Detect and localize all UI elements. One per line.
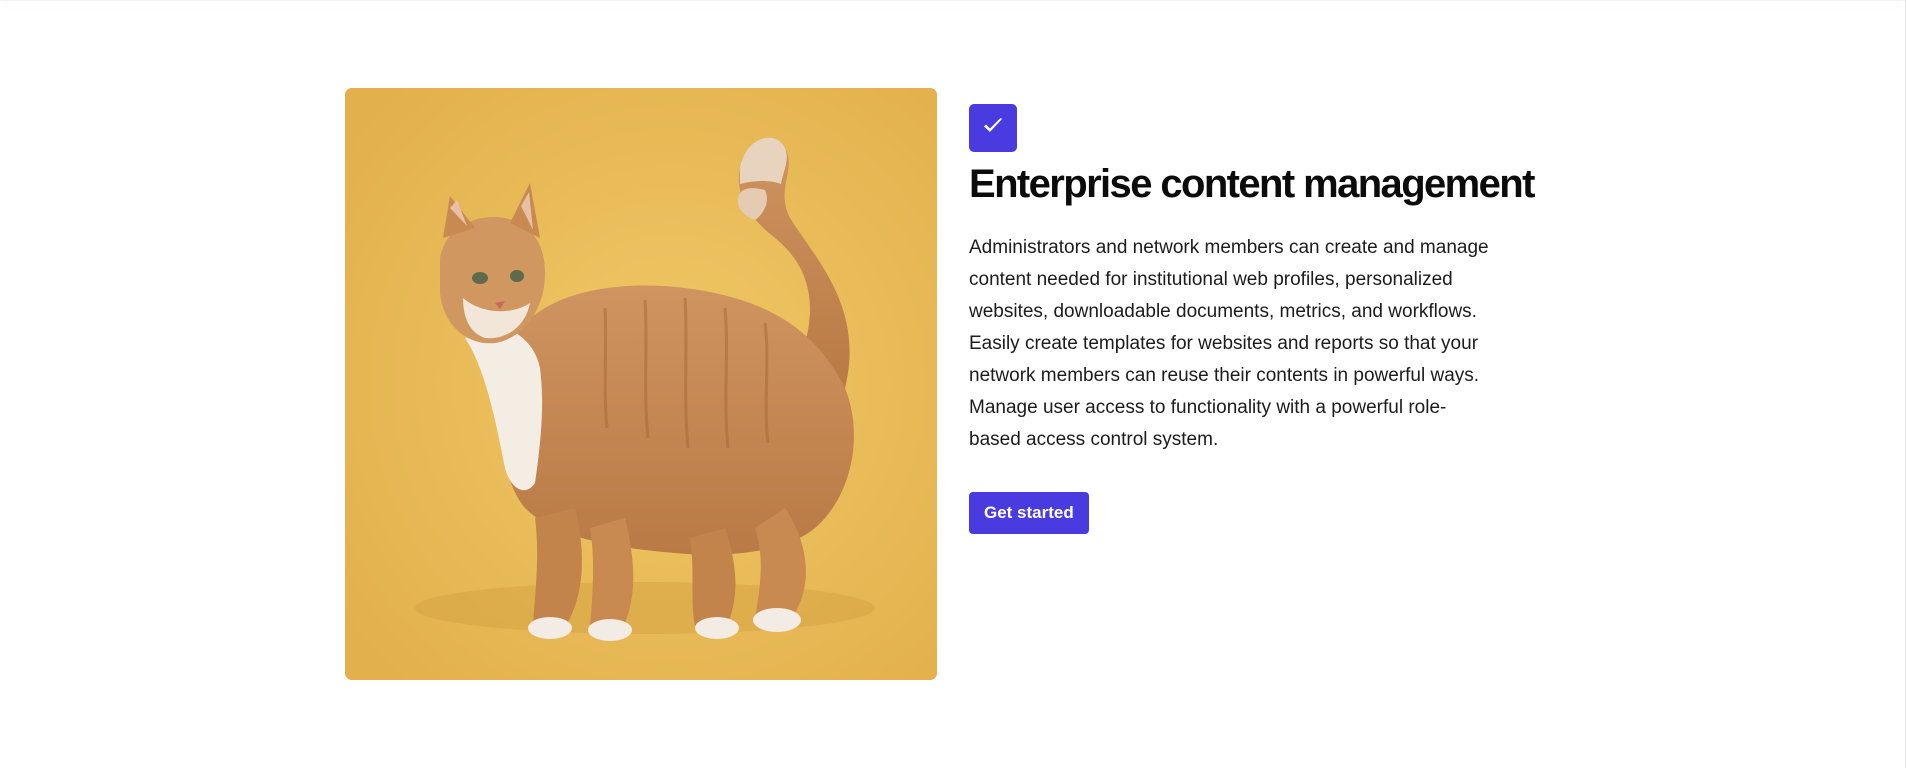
feature-badge	[969, 104, 1017, 152]
description-paragraph: Easily create templates for websites and…	[969, 333, 1480, 450]
feature-content: Enterprise content management Administra…	[969, 104, 1535, 534]
feature-description: Administrators and network members can c…	[969, 232, 1489, 456]
feature-section: Enterprise content management Administra…	[345, 88, 1535, 680]
description-paragraph: Administrators and network members can c…	[969, 237, 1489, 322]
get-started-button[interactable]: Get started	[969, 492, 1089, 534]
checkmark-icon	[981, 114, 1005, 143]
feature-title: Enterprise content management	[969, 162, 1535, 206]
header-shadow	[0, 0, 1906, 1]
cat-illustration	[345, 88, 937, 680]
cat-photo	[345, 88, 937, 680]
